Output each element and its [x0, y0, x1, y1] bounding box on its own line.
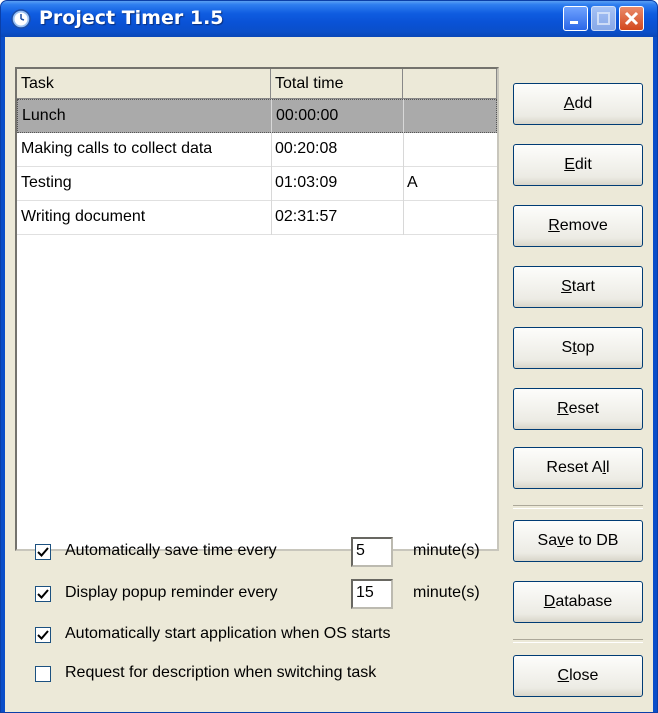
button-separator	[513, 505, 643, 509]
add-button[interactable]: Add	[513, 83, 643, 125]
app-window: Project Timer 1.5 Task Total time Lunch …	[0, 0, 658, 713]
table-row[interactable]: Testing 01:03:09 A	[17, 167, 497, 201]
popup-interval-input[interactable]: 15	[351, 579, 393, 609]
close-window-button[interactable]	[619, 6, 644, 31]
window-title: Project Timer 1.5	[39, 7, 224, 29]
autosave-label: Automatically save time every	[65, 542, 277, 559]
start-button[interactable]: Start	[513, 266, 643, 308]
autostart-label: Automatically start application when OS …	[65, 625, 391, 642]
button-separator	[513, 639, 643, 643]
autostart-checkbox[interactable]	[35, 627, 51, 643]
maximize-button[interactable]	[591, 6, 616, 31]
checkmark-icon	[37, 589, 49, 599]
task-name: Writing document	[21, 208, 146, 225]
stop-button[interactable]: Stop	[513, 327, 643, 369]
close-icon	[624, 11, 639, 26]
save-to-db-button[interactable]: Save to DB	[513, 520, 643, 562]
column-header-task[interactable]: Task	[17, 69, 271, 99]
title-bar[interactable]: Project Timer 1.5	[1, 1, 657, 37]
column-header-total-time[interactable]: Total time	[271, 69, 403, 99]
column-header-extra[interactable]	[403, 69, 497, 99]
close-button[interactable]: Close	[513, 655, 643, 697]
task-name: Testing	[21, 174, 72, 191]
minimize-icon	[570, 21, 578, 24]
client-area: Task Total time Lunch 00:00:00 Making ca…	[5, 37, 653, 712]
table-row[interactable]: Making calls to collect data 00:20:08	[17, 133, 497, 167]
maximize-icon	[597, 12, 610, 25]
reset-all-button[interactable]: Reset All	[513, 447, 643, 489]
describe-checkbox[interactable]	[35, 666, 51, 682]
reset-button[interactable]: Reset	[513, 388, 643, 430]
column-divider	[271, 99, 272, 235]
minimize-button[interactable]	[563, 6, 588, 31]
popup-label: Display popup reminder every	[65, 584, 278, 601]
table-row[interactable]: Writing document 02:31:57	[17, 201, 497, 235]
task-name: Lunch	[22, 107, 66, 124]
task-time: 02:31:57	[275, 208, 338, 225]
table-row[interactable]: Lunch 00:00:00	[17, 99, 497, 133]
autosave-interval-input[interactable]: 5	[351, 537, 393, 567]
autosave-unit: minute(s)	[413, 542, 480, 559]
database-button[interactable]: Database	[513, 581, 643, 623]
task-time: 00:20:08	[275, 140, 338, 157]
column-divider	[403, 99, 404, 235]
autosave-checkbox[interactable]	[35, 544, 51, 560]
task-list[interactable]: Task Total time Lunch 00:00:00 Making ca…	[15, 67, 499, 551]
task-flag: A	[407, 174, 418, 191]
describe-label: Request for description when switching t…	[65, 664, 377, 681]
checkmark-icon	[37, 630, 49, 640]
task-name: Making calls to collect data	[21, 140, 213, 157]
edit-button[interactable]: Edit	[513, 144, 643, 186]
clock-icon	[11, 9, 31, 29]
task-time: 01:03:09	[275, 174, 338, 191]
checkmark-icon	[37, 547, 49, 557]
popup-checkbox[interactable]	[35, 586, 51, 602]
task-time: 00:00:00	[276, 107, 339, 124]
popup-unit: minute(s)	[413, 584, 480, 601]
remove-button[interactable]: Remove	[513, 205, 643, 247]
